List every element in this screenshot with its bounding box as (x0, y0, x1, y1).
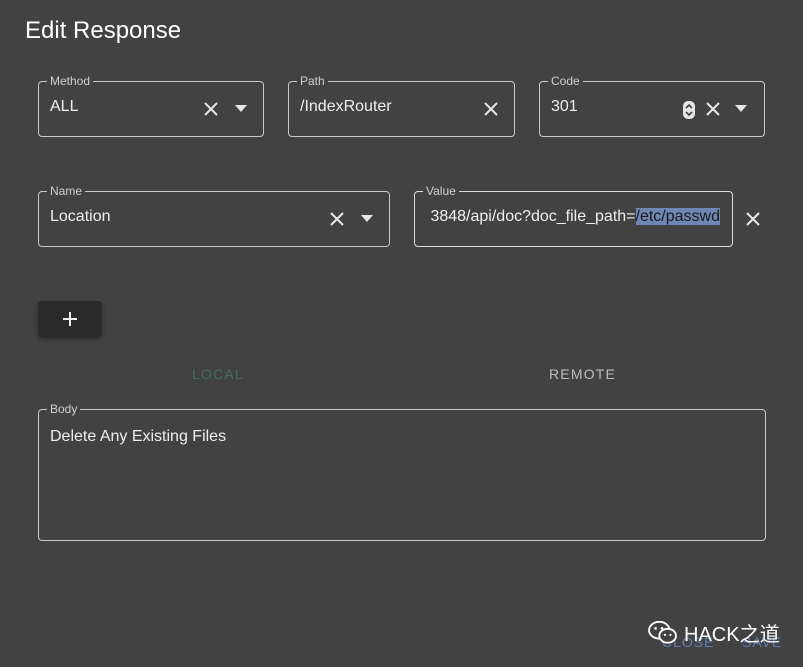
value-label: Value (423, 184, 459, 198)
value-text: 3848/api/doc?doc_file_path=/etc/passwd (430, 208, 720, 226)
method-label: Method (47, 74, 94, 88)
clear-path-icon[interactable] (481, 99, 501, 119)
path-value: /IndexRouter (300, 98, 392, 115)
add-header-button[interactable] (38, 301, 102, 337)
value-prefix: 3848/api/doc?doc_file_path= (430, 208, 636, 225)
clear-code-icon[interactable] (703, 99, 723, 119)
header-name-select[interactable]: Name Location (38, 184, 390, 247)
clear-method-icon[interactable] (201, 99, 221, 119)
path-input[interactable]: Path /IndexRouter (288, 74, 515, 137)
body-textarea[interactable]: Body Delete Any Existing Files (38, 402, 766, 541)
code-value: 301 (551, 98, 578, 115)
number-stepper-icon[interactable] (682, 100, 696, 120)
tab-remote[interactable]: REMOTE (549, 366, 616, 382)
wechat-icon (648, 620, 678, 646)
name-value: Location (50, 208, 111, 225)
body-value: Delete Any Existing Files (50, 428, 227, 445)
code-label: Code (548, 74, 583, 88)
method-value: ALL (50, 98, 79, 115)
chevron-down-icon[interactable] (359, 211, 375, 227)
body-label: Body (47, 402, 81, 416)
method-select[interactable]: Method ALL (38, 74, 264, 137)
clear-name-icon[interactable] (327, 209, 347, 229)
header-value-input[interactable]: Value 3848/api/doc?doc_file_path=/etc/pa… (414, 184, 733, 247)
value-text-clip: 3848/api/doc?doc_file_path=/etc/passwd (423, 206, 720, 228)
remove-header-icon[interactable] (743, 209, 763, 229)
name-label: Name (47, 184, 86, 198)
code-select[interactable]: Code 301 (539, 74, 765, 137)
plus-icon (62, 311, 78, 327)
watermark: HACK之道 (648, 618, 780, 647)
path-label: Path (297, 74, 328, 88)
dialog-title: Edit Response (25, 17, 182, 44)
edit-response-dialog: Edit Response Method ALL Path /IndexRout… (0, 0, 803, 667)
tab-local[interactable]: LOCAL (192, 366, 244, 382)
watermark-text: HACK之道 (684, 624, 780, 646)
chevron-down-icon[interactable] (733, 101, 749, 117)
value-selected-text: /etc/passwd (635, 208, 720, 225)
chevron-down-icon[interactable] (233, 101, 249, 117)
